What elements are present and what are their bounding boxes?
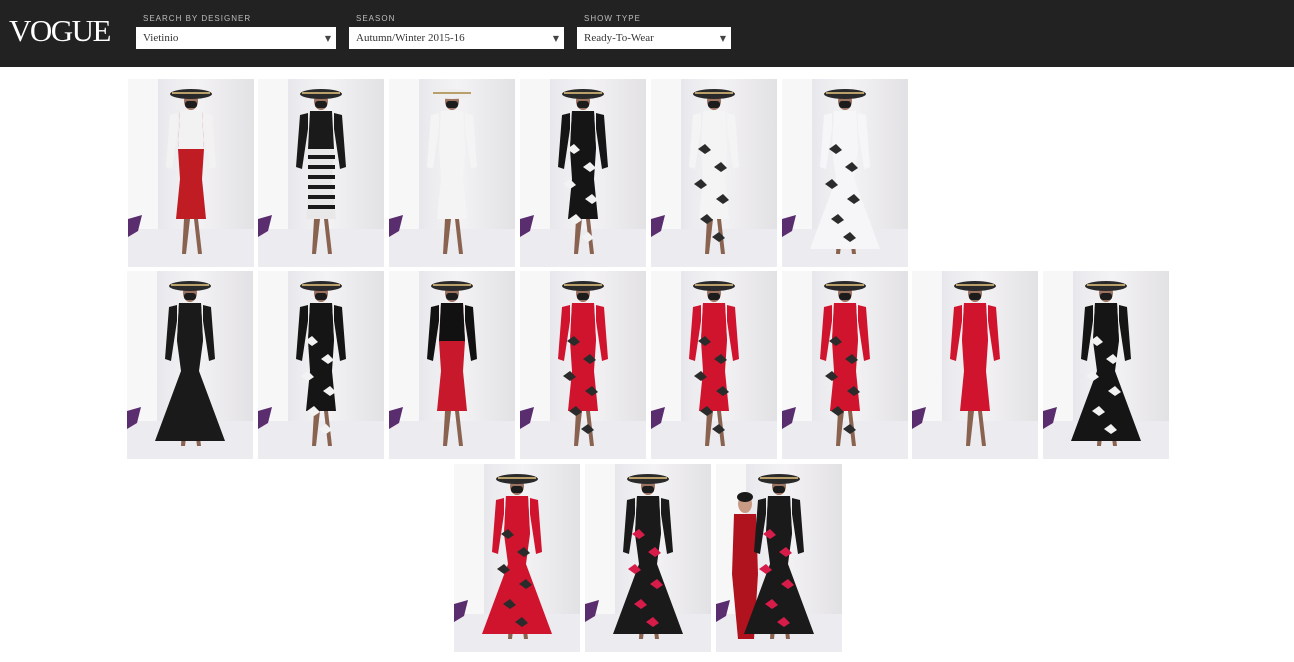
runway-look-thumbnail[interactable] <box>520 271 646 459</box>
runway-look-thumbnail[interactable] <box>651 79 777 267</box>
model-figure <box>613 474 683 639</box>
season-filter-label: SEASON <box>356 14 396 23</box>
season-select[interactable]: Autumn/Winter 2015-16 ▼ <box>349 27 564 49</box>
runway-look-thumbnail[interactable] <box>258 271 384 459</box>
runway-look-thumbnail[interactable] <box>1043 271 1169 459</box>
runway-look-thumbnail[interactable] <box>716 464 842 652</box>
season-select-value: Autumn/Winter 2015-16 <box>356 32 465 44</box>
model-figure <box>1071 281 1141 446</box>
runway-look-thumbnail[interactable] <box>912 271 1038 459</box>
runway-look-thumbnail[interactable] <box>389 79 515 267</box>
show-type-filter: SHOW TYPE Ready-To-Wear ▼ <box>577 13 731 49</box>
model-figure <box>155 281 225 446</box>
show-type-select-value: Ready-To-Wear <box>584 32 654 44</box>
caret-down-icon: ▼ <box>324 34 331 43</box>
top-navigation-bar: VOGUE SEARCH BY DESIGNER Vietinio ▼ SEAS… <box>0 0 1294 67</box>
runway-look-thumbnail[interactable] <box>520 79 646 267</box>
designer-filter: SEARCH BY DESIGNER Vietinio ▼ <box>136 13 336 49</box>
runway-look-thumbnail[interactable] <box>258 79 384 267</box>
designer-select[interactable]: Vietinio ▼ <box>136 27 336 49</box>
runway-look-thumbnail[interactable] <box>128 79 254 267</box>
model-figure <box>482 474 552 639</box>
runway-look-thumbnail[interactable] <box>651 271 777 459</box>
runway-look-thumbnail[interactable] <box>585 464 711 652</box>
show-type-select[interactable]: Ready-To-Wear ▼ <box>577 27 731 49</box>
runway-look-thumbnail[interactable] <box>454 464 580 652</box>
runway-look-thumbnail[interactable] <box>389 271 515 459</box>
caret-down-icon: ▼ <box>719 34 726 43</box>
season-filter: SEASON Autumn/Winter 2015-16 ▼ <box>349 13 564 49</box>
designer-select-value: Vietinio <box>143 32 179 44</box>
runway-look-thumbnail[interactable] <box>782 271 908 459</box>
vogue-logo[interactable]: VOGUE <box>9 14 112 48</box>
model-figure <box>810 89 880 254</box>
designer-filter-label: SEARCH BY DESIGNER <box>143 14 252 23</box>
caret-down-icon: ▼ <box>552 34 559 43</box>
show-type-filter-label: SHOW TYPE <box>584 14 641 23</box>
runway-look-thumbnail[interactable] <box>782 79 908 267</box>
runway-look-thumbnail[interactable] <box>127 271 253 459</box>
